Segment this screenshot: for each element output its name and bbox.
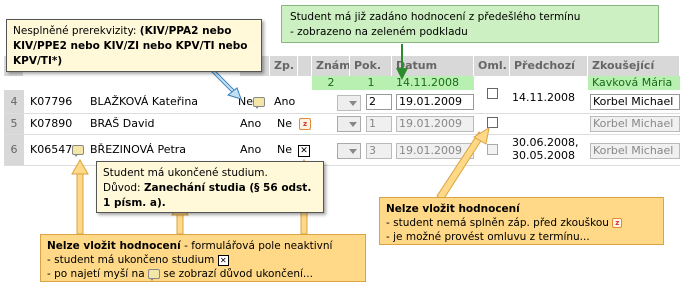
callout-title: Nelze vložit hodnocení [386,203,520,215]
tooltip-line: Student má ukončené studium. [103,167,268,179]
callout-line: Student má již zadáno hodnocení z předeš… [290,11,581,23]
callout-line: - je možné provést omluvu z termínu... [386,231,590,243]
tooltip-reason: Důvod: Zanechání studia (§ 56 odst. 1 pí… [103,182,312,209]
callout-title: Nelze vložit hodnocení - formulářová pol… [47,240,333,252]
speech-bubble-icon [148,269,160,281]
ended-study-icon: ✕ [217,254,229,266]
study-ended-tooltip: Student má ukončené studium. Důvod: Zane… [96,161,324,213]
z-badge-icon: z [612,218,623,228]
callout-line: - zobrazeno na zeleném podkladu [290,26,468,38]
cannot-grade-prereq-callout: Nelze vložit hodnocení - student nemá sp… [379,197,664,245]
tooltip-label: Nesplněné prerekvizity: [13,25,137,37]
callout-line: - po najetí myší na se zobrazí důvod uko… [47,268,313,281]
callout-line: - student nemá splněn záp. před zkouškou… [386,216,657,230]
cannot-grade-ended-callout: Nelze vložit hodnocení - formulářová pol… [40,234,366,282]
callout-line: - student má ukončeno studium ✕ [47,253,359,267]
prerequisites-tooltip: Nesplněné prerekvizity: (KIV/PPA2 nebo K… [6,19,262,72]
previous-term-callout: Student má již zadáno hodnocení z předeš… [281,5,659,43]
